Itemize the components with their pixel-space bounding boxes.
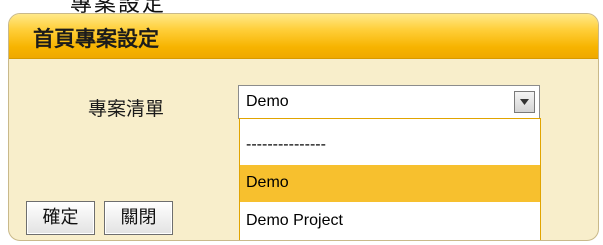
close-button[interactable]: 關閉 xyxy=(104,201,173,235)
project-dropdown-list: --------------- Demo Demo Project xyxy=(239,118,541,240)
project-select[interactable]: Demo xyxy=(238,85,540,119)
project-option-demo-project[interactable]: Demo Project xyxy=(240,203,540,240)
project-list-label: 專案清單 xyxy=(88,98,165,120)
project-select-value: Demo xyxy=(246,93,289,110)
home-project-settings-dialog: 首頁專案設定 專案清單 Demo --------------- Demo De… xyxy=(8,13,599,241)
dropdown-arrow-button[interactable] xyxy=(514,91,535,113)
project-option-demo[interactable]: Demo xyxy=(240,165,540,202)
dialog-title: 首頁專案設定 xyxy=(33,27,159,51)
project-option-separator[interactable]: --------------- xyxy=(240,127,540,164)
confirm-button[interactable]: 確定 xyxy=(26,201,95,235)
dialog-header: 首頁專案設定 xyxy=(9,14,598,59)
chevron-down-icon xyxy=(520,99,529,105)
